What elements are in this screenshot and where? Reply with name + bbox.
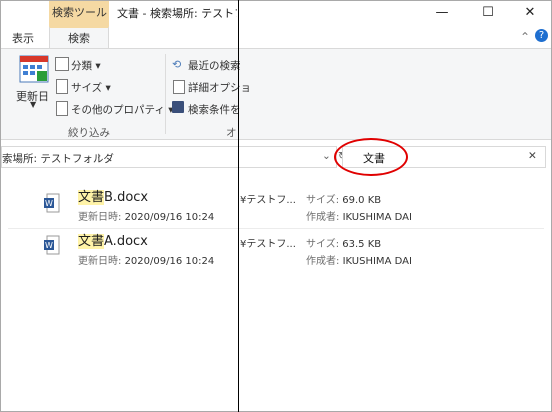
close-icon: ✕ [524, 5, 536, 20]
svg-text:W: W [45, 199, 53, 208]
group-label-refine: 絞り込み [68, 127, 110, 139]
file-name[interactable]: 文書A.docx [78, 230, 148, 249]
properties-icon [56, 101, 68, 116]
window-title: 文書 - 検索場所: テストフォル [117, 7, 237, 20]
save-search-icon [172, 101, 184, 113]
search-highlight: 文書 [78, 190, 105, 205]
size-icon [56, 79, 68, 94]
row-divider [8, 228, 544, 229]
chevron-down-icon: ▼ [30, 100, 37, 109]
file-modified: 更新日時: 2020/09/16 10:24 [78, 212, 215, 223]
kind-filter-button[interactable]: 分類 ▾ [71, 58, 101, 73]
group-label-options: オ [226, 127, 237, 139]
file-modified: 更新日時: 2020/09/16 10:24 [78, 256, 215, 267]
close-button[interactable]: ✕ [508, 2, 552, 24]
svg-text:W: W [45, 241, 53, 250]
tab-search[interactable]: 検索 [68, 30, 90, 46]
maximize-button[interactable]: ☐ [466, 2, 510, 24]
word-file-icon: W [44, 193, 60, 217]
calendar-icon [19, 55, 49, 83]
file-size: サイズ: 63.5 KB [306, 239, 382, 250]
clear-search-icon[interactable]: ✕ [528, 150, 537, 162]
file-author: 作成者: IKUSHIMA DAI [306, 256, 412, 267]
other-properties-button[interactable]: その他のプロパティ ▾ [71, 102, 173, 117]
ribbon-collapse-icon[interactable]: ⌃ [520, 30, 530, 44]
tab-view[interactable]: 表示 [12, 30, 34, 46]
annotation-circle [334, 138, 408, 176]
ribbon-separator [165, 54, 166, 134]
advanced-options-button[interactable]: 詳細オプショ [188, 80, 251, 95]
breadcrumb-chevron-icon[interactable]: › [97, 150, 101, 162]
maximize-icon: ☐ [482, 5, 494, 20]
file-location: ¥テストフ... [240, 239, 296, 250]
size-filter-button[interactable]: サイズ ▾ [71, 80, 111, 95]
minimize-button[interactable]: — [420, 2, 464, 24]
file-size: サイズ: 69.0 KB [306, 195, 382, 206]
help-icon[interactable]: ? [535, 29, 548, 42]
file-location: ¥テストフ... [240, 195, 296, 206]
recent-searches-button[interactable]: 最近の検索 [188, 58, 241, 73]
recent-searches-icon: ⟲ [172, 58, 182, 71]
minimize-icon: — [435, 5, 449, 20]
file-author: 作成者: IKUSHIMA DAI [306, 212, 412, 223]
address-dropdown-icon[interactable]: ⌄ [322, 150, 331, 162]
kind-icon [55, 57, 69, 71]
file-name[interactable]: 文書B.docx [78, 186, 148, 205]
search-highlight: 文書 [78, 234, 105, 249]
advanced-options-icon [173, 80, 185, 94]
save-search-button[interactable]: 検索条件を [188, 102, 241, 117]
screenshot-divider-line [238, 0, 239, 412]
context-tab-label: 検索ツール [52, 6, 107, 19]
word-file-icon: W [44, 235, 60, 259]
